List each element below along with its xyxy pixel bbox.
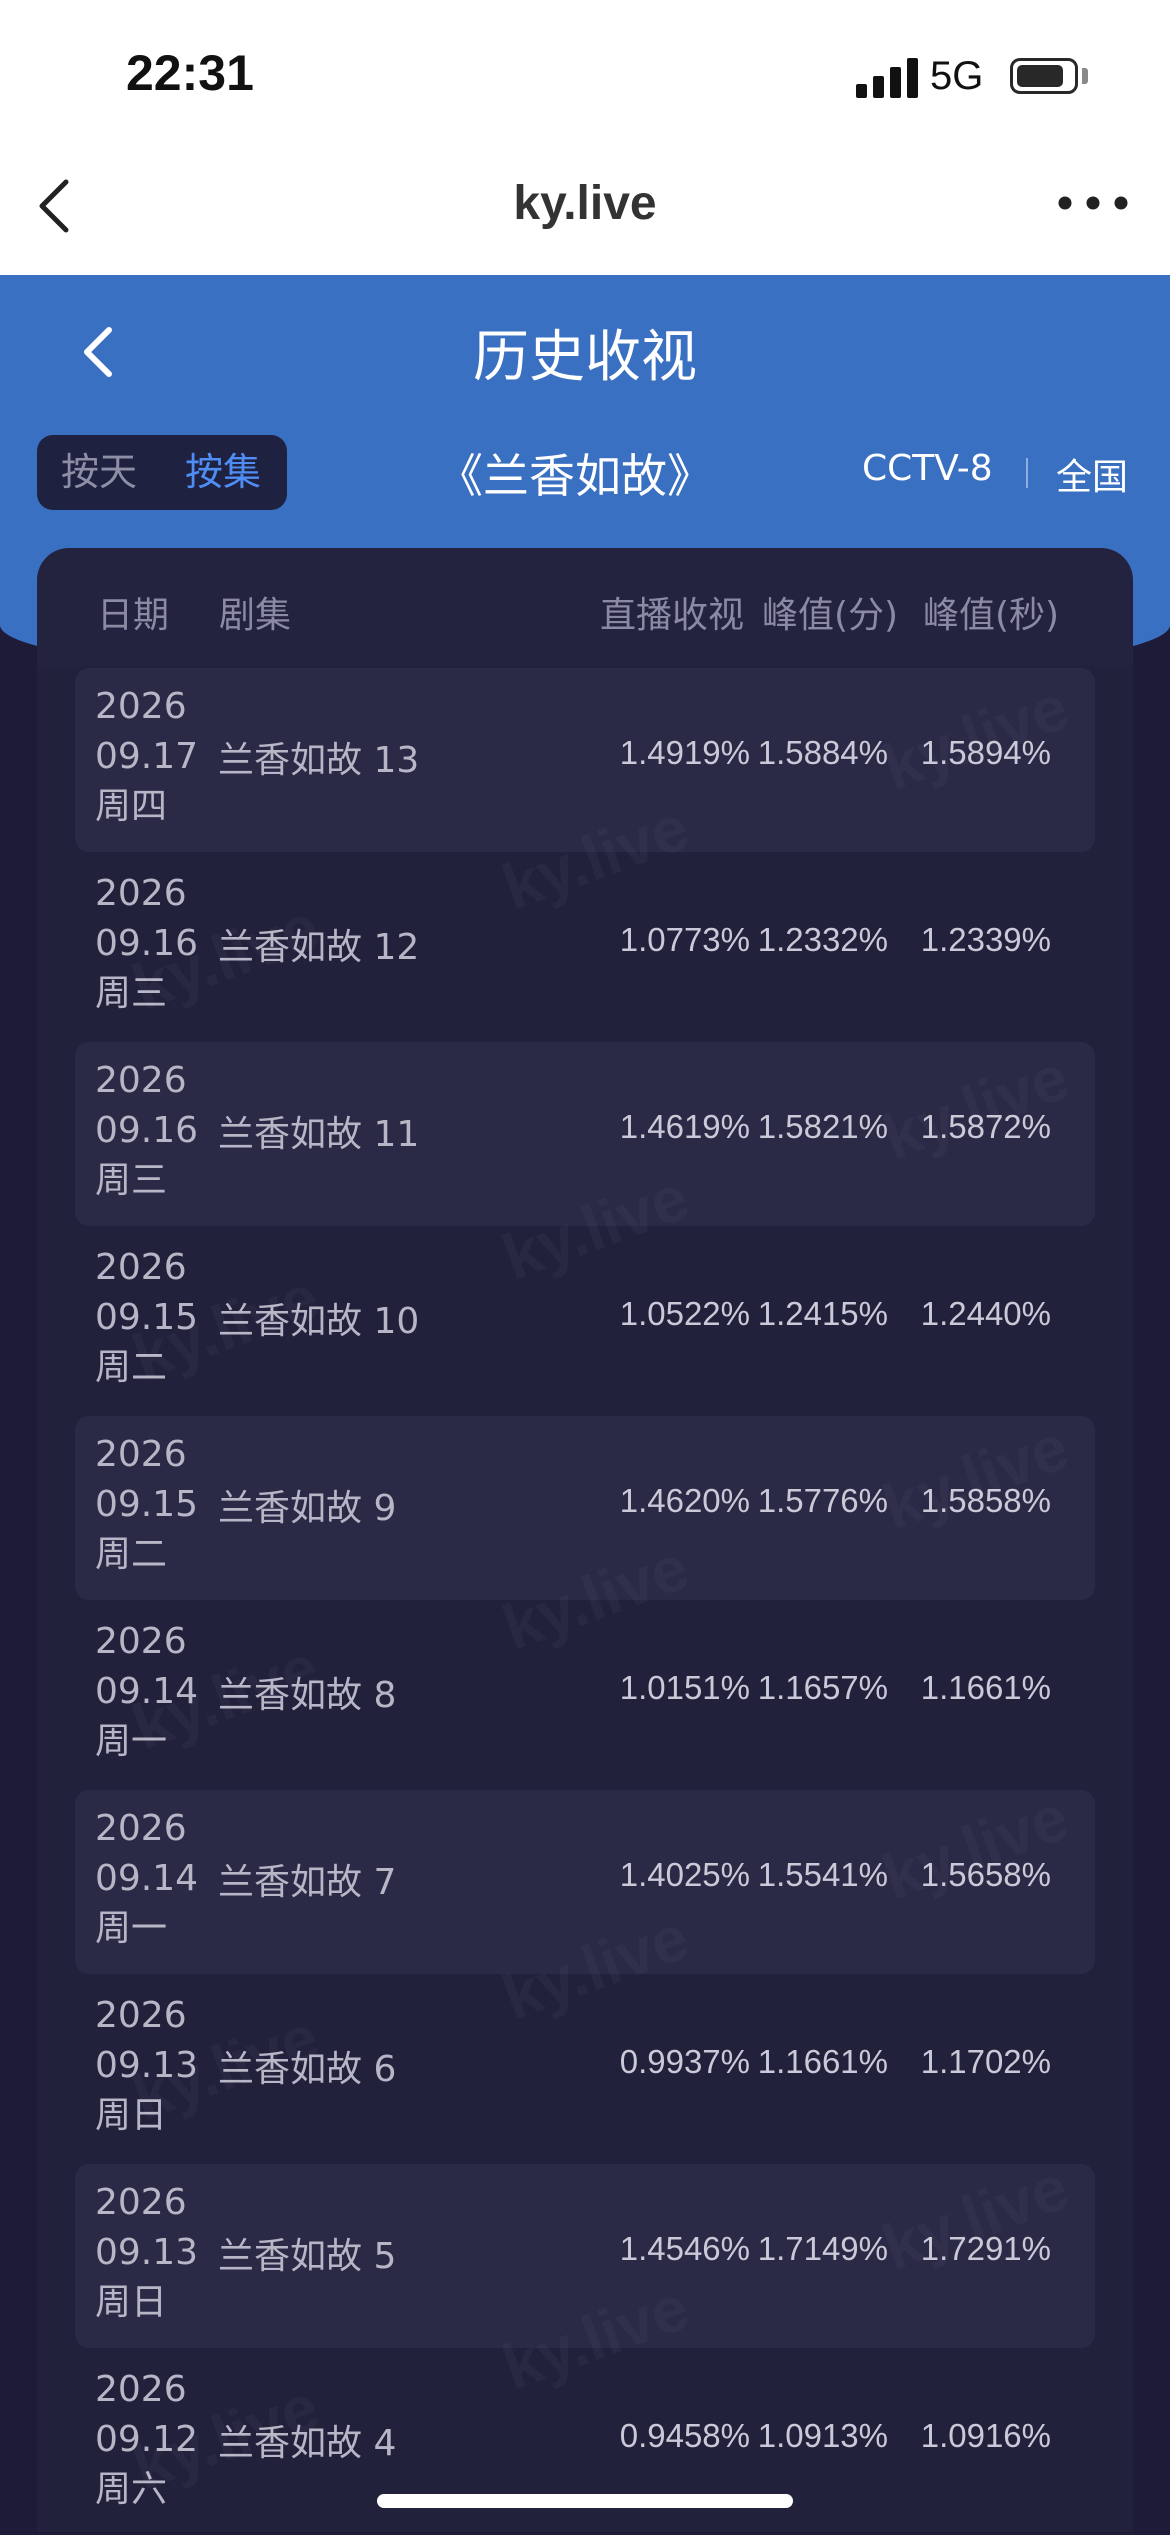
table-row[interactable]: 2026 09.17 周四 兰香如故 13 1.4919% 1.5884% 1.… bbox=[75, 668, 1095, 852]
toggle-by-day[interactable]: 按天 bbox=[61, 435, 137, 510]
battery-tip bbox=[1082, 68, 1088, 84]
table-row[interactable]: 2026 09.13 周日 兰香如故 5 1.4546% 1.7149% 1.7… bbox=[75, 2164, 1095, 2348]
row-weekday: 周六 bbox=[95, 2469, 168, 2510]
row-episode: 兰香如故 10 bbox=[218, 1301, 420, 1342]
row-weekday: 周二 bbox=[95, 1347, 168, 1388]
row-peak-second: 1.1661% bbox=[920, 1669, 1051, 1706]
row-episode: 兰香如故 7 bbox=[218, 1862, 397, 1903]
row-weekday: 周日 bbox=[95, 2282, 168, 2323]
row-date: 09.13 bbox=[95, 2232, 199, 2273]
row-weekday: 周二 bbox=[95, 1534, 168, 1575]
date-block: 2026 09.14 周一 bbox=[95, 1617, 198, 1767]
row-date: 09.12 bbox=[95, 2419, 199, 2460]
row-year: 2026 bbox=[95, 1995, 187, 2036]
row-episode: 兰香如故 5 bbox=[218, 2236, 397, 2277]
row-weekday: 周一 bbox=[95, 1721, 168, 1762]
column-live-rating: 直播收视 bbox=[600, 595, 745, 636]
row-peak-second: 1.5894% bbox=[920, 734, 1051, 771]
row-weekday: 周日 bbox=[95, 2095, 168, 2136]
row-episode: 兰香如故 11 bbox=[218, 1114, 420, 1155]
view-toggle: 按天 按集 bbox=[37, 435, 287, 510]
date-block: 2026 09.12 周六 bbox=[95, 2365, 198, 2515]
row-year: 2026 bbox=[95, 2369, 187, 2410]
row-peak-second: 1.7291% bbox=[920, 2230, 1051, 2267]
row-weekday: 周三 bbox=[95, 973, 168, 1014]
row-episode: 兰香如故 6 bbox=[218, 2049, 397, 2090]
table-row[interactable]: 2026 09.16 周三 兰香如故 12 1.0773% 1.2332% 1.… bbox=[75, 855, 1095, 1039]
row-date: 09.15 bbox=[95, 1297, 199, 1338]
row-year: 2026 bbox=[95, 1060, 187, 1101]
battery-icon bbox=[1010, 58, 1078, 94]
row-year: 2026 bbox=[95, 2182, 187, 2223]
row-date: 09.16 bbox=[95, 1110, 199, 1151]
row-episode: 兰香如故 12 bbox=[218, 927, 420, 968]
date-block: 2026 09.15 周二 bbox=[95, 1430, 198, 1580]
channel-divider bbox=[1026, 458, 1028, 488]
row-weekday: 周三 bbox=[95, 1160, 168, 1201]
row-peak-second: 1.5872% bbox=[920, 1108, 1051, 1145]
row-peak-second: 1.2440% bbox=[920, 1295, 1051, 1332]
row-year: 2026 bbox=[95, 1247, 187, 1288]
row-date: 09.17 bbox=[95, 736, 199, 777]
row-date: 09.14 bbox=[95, 1671, 199, 1712]
date-block: 2026 09.16 周三 bbox=[95, 869, 198, 1019]
browser-bar: ky.live bbox=[0, 150, 1170, 276]
table-row[interactable]: 2026 09.15 周二 兰香如故 10 1.0522% 1.2415% 1.… bbox=[75, 1229, 1095, 1413]
row-peak-second: 1.5858% bbox=[920, 1482, 1051, 1519]
table-row[interactable]: 2026 09.13 周日 兰香如故 6 0.9937% 1.1661% 1.1… bbox=[75, 1977, 1095, 2161]
date-block: 2026 09.15 周二 bbox=[95, 1243, 198, 1393]
date-block: 2026 09.16 周三 bbox=[95, 1056, 198, 1206]
column-peak-second: 峰值(秒) bbox=[923, 595, 1060, 636]
row-peak-second: 1.0916% bbox=[920, 2417, 1051, 2454]
table-row[interactable]: 2026 09.15 周二 兰香如故 9 1.4620% 1.5776% 1.5… bbox=[75, 1416, 1095, 1600]
table-header: 日期 剧集 直播收视 峰值(分) 峰值(秒) bbox=[37, 548, 1133, 668]
channel-label[interactable]: CCTV-8 bbox=[862, 448, 993, 489]
row-date: 09.14 bbox=[95, 1858, 199, 1899]
toggle-by-episode[interactable]: 按集 bbox=[185, 435, 261, 510]
date-block: 2026 09.13 周日 bbox=[95, 1991, 198, 2141]
row-episode: 兰香如故 9 bbox=[218, 1488, 397, 1529]
table-row[interactable]: 2026 09.14 周一 兰香如故 8 1.0151% 1.1657% 1.1… bbox=[75, 1603, 1095, 1787]
row-weekday: 周四 bbox=[95, 786, 168, 827]
row-year: 2026 bbox=[95, 1434, 187, 1475]
row-peak-second: 1.2339% bbox=[920, 921, 1051, 958]
row-date: 09.13 bbox=[95, 2045, 199, 2086]
row-weekday: 周一 bbox=[95, 1908, 168, 1949]
row-year: 2026 bbox=[95, 1621, 187, 1662]
table-row[interactable]: 2026 09.14 周一 兰香如故 7 1.4025% 1.5541% 1.5… bbox=[75, 1790, 1095, 1974]
row-year: 2026 bbox=[95, 1808, 187, 1849]
region-label[interactable]: 全国 bbox=[1056, 448, 1128, 500]
row-episode: 兰香如故 4 bbox=[218, 2423, 397, 2464]
page-title: 历史收视 bbox=[473, 325, 697, 390]
row-year: 2026 bbox=[95, 686, 187, 727]
date-block: 2026 09.13 周日 bbox=[95, 2178, 198, 2328]
home-indicator[interactable] bbox=[377, 2494, 793, 2508]
network-label: 5G bbox=[930, 54, 984, 98]
column-date: 日期 bbox=[97, 595, 170, 636]
date-block: 2026 09.14 周一 bbox=[95, 1804, 198, 1954]
table-row[interactable]: 2026 09.16 周三 兰香如故 11 1.4619% 1.5821% 1.… bbox=[75, 1042, 1095, 1226]
more-icon[interactable] bbox=[1056, 188, 1130, 218]
row-peak-second: 1.5658% bbox=[920, 1856, 1051, 1893]
row-episode: 兰香如故 8 bbox=[218, 1675, 397, 1716]
date-block: 2026 09.17 周四 bbox=[95, 682, 198, 832]
signal-icon bbox=[856, 58, 918, 98]
row-episode: 兰香如故 13 bbox=[218, 740, 420, 781]
column-episode: 剧集 bbox=[219, 595, 292, 636]
row-peak-second: 1.1702% bbox=[920, 2043, 1051, 2080]
browser-title: ky.live bbox=[513, 177, 657, 230]
status-time: 22:31 bbox=[126, 45, 254, 101]
row-date: 09.16 bbox=[95, 923, 199, 964]
row-year: 2026 bbox=[95, 873, 187, 914]
row-date: 09.15 bbox=[95, 1484, 199, 1525]
status-bar: 22:31 5G bbox=[0, 0, 1170, 150]
column-peak-minute: 峰值(分) bbox=[762, 595, 899, 636]
show-title: 《兰香如故》 bbox=[437, 449, 713, 503]
